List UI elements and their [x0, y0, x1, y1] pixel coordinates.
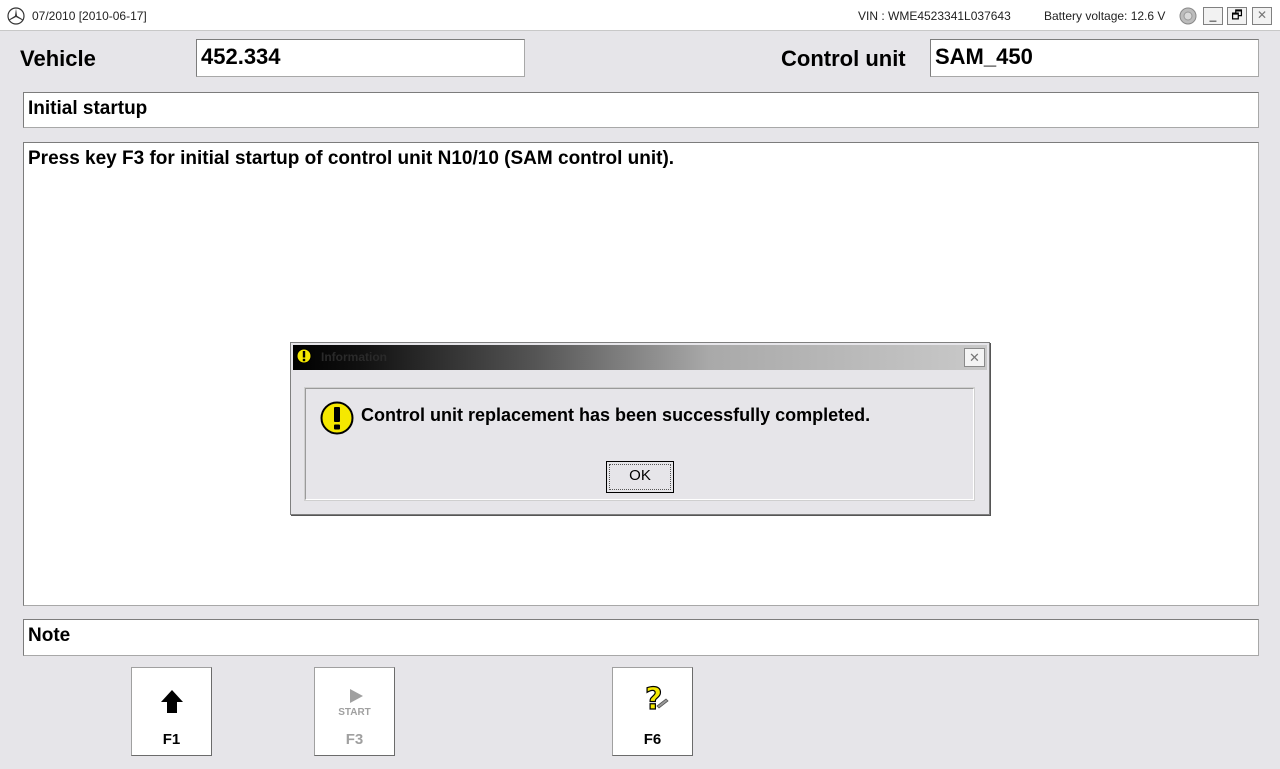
vehicle-field: 452.334 — [196, 39, 525, 77]
ok-label: OK — [629, 467, 651, 484]
f3-label: F3 — [345, 731, 364, 748]
dialog-title: Information — [321, 350, 387, 364]
help-question-icon: ? — [644, 681, 669, 716]
battery-voltage: Battery voltage: 12.6 V — [1044, 9, 1166, 23]
maximize-button[interactable]: 🗗 — [1227, 7, 1247, 25]
window-title: 07/2010 [2010-06-17] — [32, 9, 147, 23]
dialog-close-button[interactable]: ✕ — [964, 348, 985, 367]
f6-label: F6 — [643, 731, 662, 748]
ok-button[interactable]: OK — [606, 461, 674, 493]
window-titlebar: 07/2010 [2010-06-17] VIN : WME4523341L03… — [0, 0, 1280, 31]
control-unit-field: SAM_450 — [930, 39, 1259, 77]
f1-label: F1 — [162, 731, 181, 748]
information-dialog: Information ✕ Control unit replacement h… — [290, 342, 990, 515]
start-sublabel: START — [338, 707, 371, 718]
step-title: Initial startup — [23, 92, 1259, 128]
control-unit-label: Control unit — [781, 46, 906, 71]
close-button[interactable]: ✕ — [1252, 7, 1272, 25]
vehicle-label: Vehicle — [20, 46, 96, 71]
f6-help-button[interactable]: ? F6 — [612, 667, 693, 756]
f1-back-button[interactable]: F1 — [131, 667, 212, 756]
f3-start-button[interactable]: START F3 — [314, 667, 395, 756]
battery-status-icon — [1179, 7, 1197, 25]
svg-text:?: ? — [645, 682, 662, 716]
minimize-button[interactable]: _ — [1203, 7, 1223, 25]
up-arrow-icon — [161, 690, 183, 713]
dialog-titlebar: Information ✕ — [293, 345, 987, 370]
dialog-body: Control unit replacement has been succes… — [304, 387, 975, 501]
dialog-message: Control unit replacement has been succes… — [361, 405, 871, 425]
dialog-title-warning-icon — [296, 348, 312, 364]
mercedes-star-icon — [7, 7, 25, 25]
note-field: Note — [23, 619, 1259, 656]
vin-display: VIN : WME4523341L037643 — [858, 9, 1011, 23]
warning-exclamation-icon — [320, 401, 354, 435]
